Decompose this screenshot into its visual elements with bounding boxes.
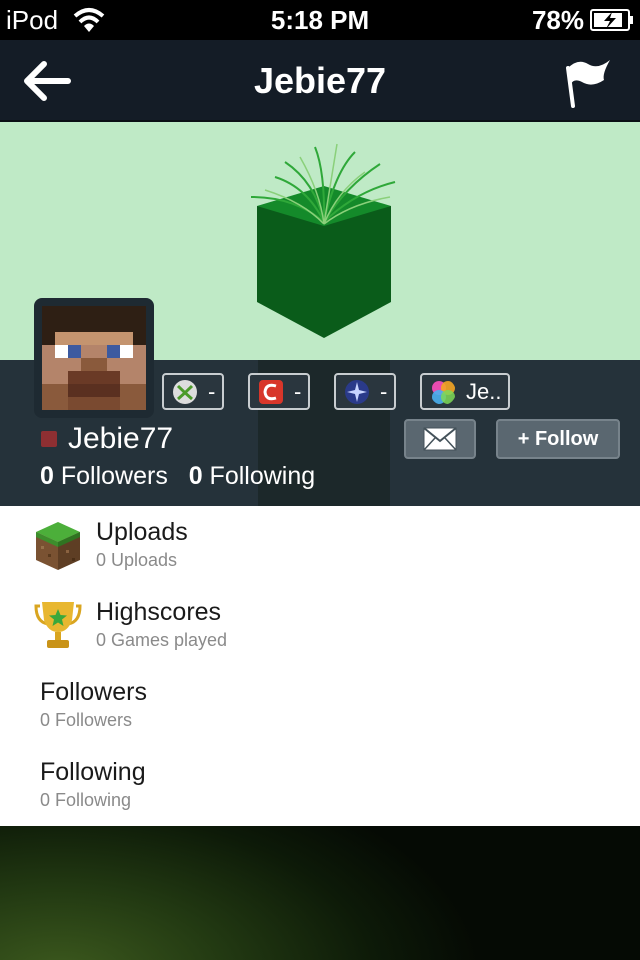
- playstation-network-badge[interactable]: -: [334, 373, 396, 410]
- uploads-subtitle: 0 Uploads: [96, 550, 178, 570]
- menu-item-following[interactable]: Following 0 Following: [0, 746, 640, 826]
- highscores-subtitle: 0 Games played: [96, 630, 228, 650]
- status-bar: iPod 5:18 PM 78%: [0, 0, 640, 40]
- xbox-gamertag-badge[interactable]: -: [162, 373, 224, 410]
- follow-counts: 0 Followers 0 Following: [40, 462, 315, 491]
- battery-icon: [590, 9, 633, 31]
- following-label[interactable]: Following: [210, 462, 316, 490]
- menu-item-followers[interactable]: Followers 0 Followers: [0, 666, 640, 746]
- profile-menu-list: Uploads 0 Uploads Highscores 0 Games pla…: [0, 506, 640, 826]
- followers-subtitle: 0 Followers: [40, 710, 133, 730]
- avatar[interactable]: [34, 298, 154, 418]
- menu-item-uploads[interactable]: Uploads 0 Uploads: [0, 506, 640, 586]
- followers-label[interactable]: Followers: [61, 462, 168, 490]
- xbox-icon: [173, 379, 197, 404]
- followers-title: Followers: [40, 678, 147, 706]
- game-center-red-icon: [259, 379, 283, 404]
- highscores-title: Highscores: [96, 598, 222, 626]
- game-center-badge-value: Je..: [466, 378, 502, 404]
- following-title: Following: [40, 758, 146, 786]
- playstation-network-icon: [345, 379, 369, 404]
- message-button[interactable]: [404, 419, 476, 459]
- navigation-bar: Jebie77: [0, 40, 640, 122]
- profile-username: Jebie77: [68, 422, 174, 455]
- follow-button[interactable]: + Follow: [496, 419, 620, 459]
- battery-percent: 78%: [531, 5, 584, 35]
- flag-icon[interactable]: [564, 54, 614, 110]
- game-center-red-badge[interactable]: -: [248, 373, 310, 410]
- background-image: [0, 826, 640, 960]
- grass-block-art: [250, 143, 396, 338]
- following-subtitle: 0 Following: [40, 790, 132, 810]
- uploads-title: Uploads: [96, 518, 188, 546]
- status-indicator: [41, 431, 57, 447]
- following-count: 0: [188, 462, 203, 490]
- menu-item-highscores[interactable]: Highscores 0 Games played: [0, 586, 640, 666]
- game-center-icon: [432, 380, 455, 404]
- psn-badge-value: -: [380, 378, 388, 404]
- xbox-badge-value: -: [208, 378, 216, 404]
- envelope-icon: [423, 427, 457, 451]
- page-title: Jebie77: [253, 60, 387, 101]
- followers-count: 0: [40, 462, 54, 490]
- grass-block-icon: [36, 522, 80, 570]
- game-center-badge[interactable]: Je..: [420, 373, 510, 410]
- trophy-icon: [34, 602, 82, 648]
- red-badge-value: -: [294, 378, 302, 404]
- minecraft-steve-avatar: [42, 306, 146, 410]
